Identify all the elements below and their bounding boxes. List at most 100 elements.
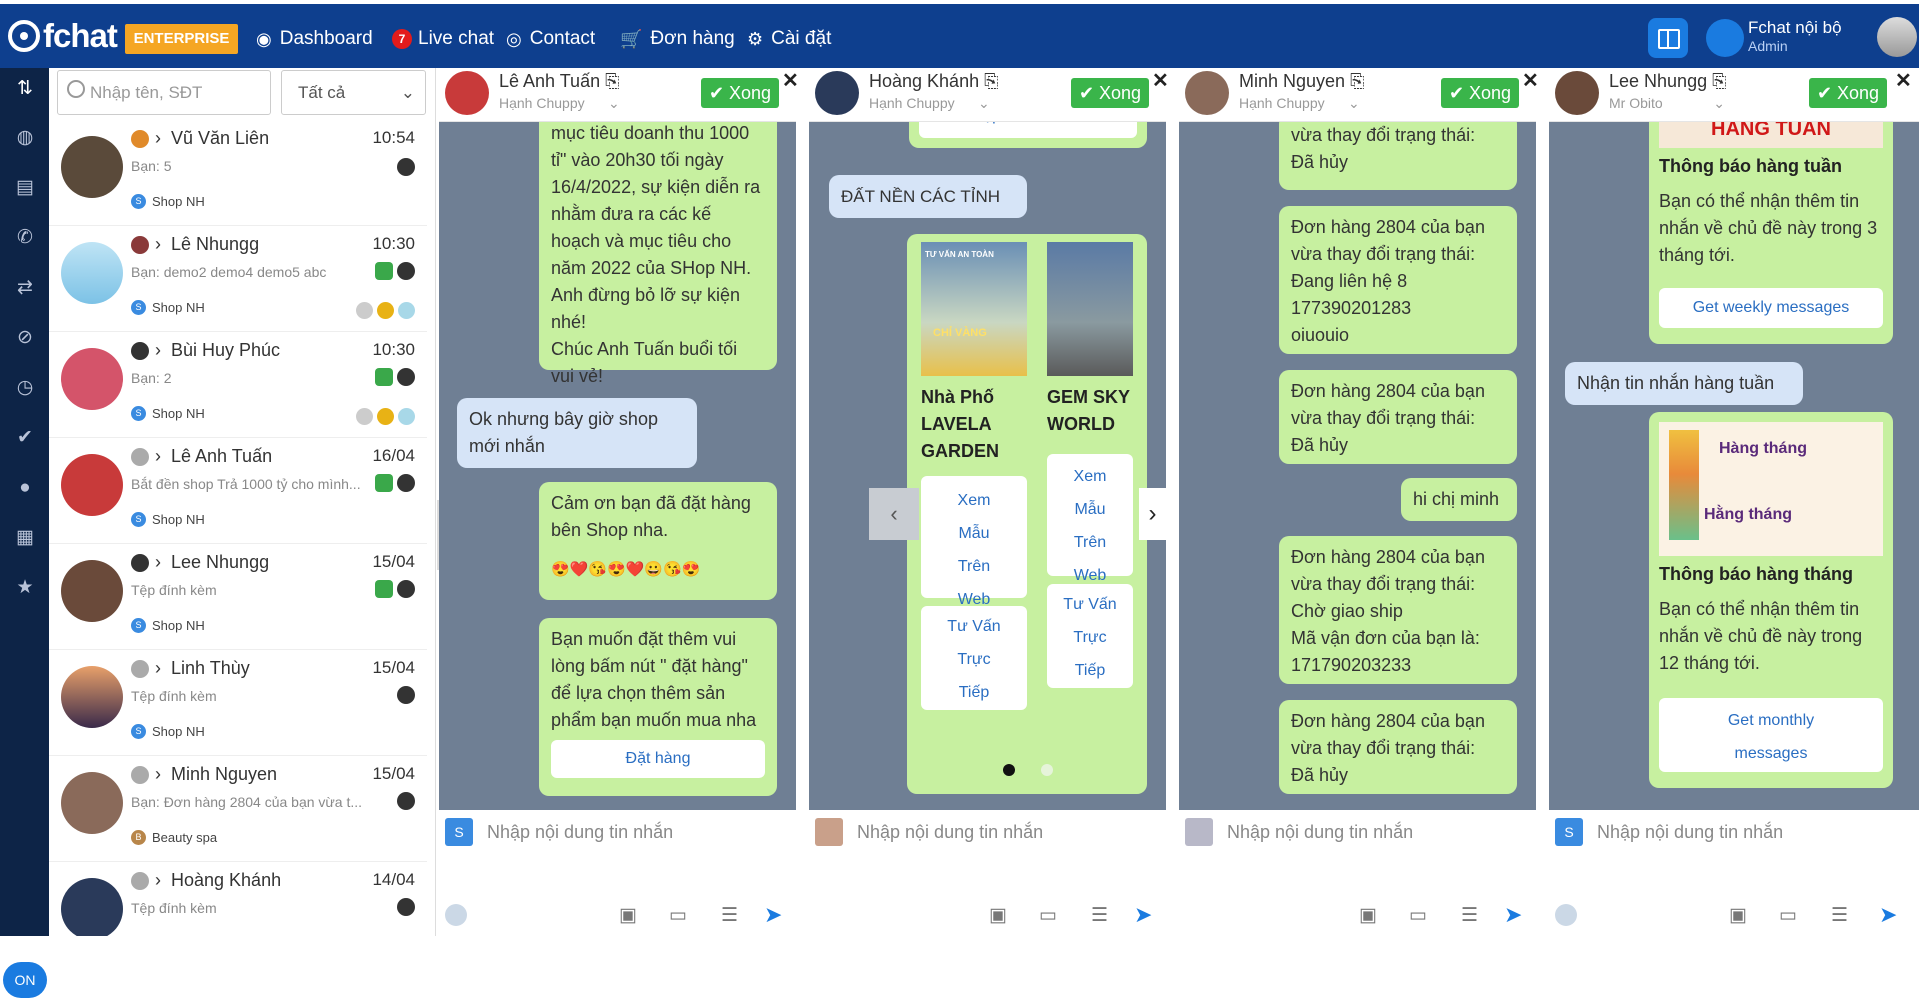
filter-select[interactable]: Tất cả ⌄ [281, 70, 426, 115]
image-icon[interactable]: ▣ [1359, 904, 1377, 927]
message-input[interactable]: Nhập nội dung tin nhắn [857, 822, 1043, 843]
conversation-item[interactable]: › Bùi Huy Phúc 10:30 Bạn: 2 S Shop NH [49, 332, 427, 438]
account-avatar[interactable] [1877, 17, 1917, 57]
close-icon[interactable]: ✕ [782, 68, 799, 93]
transfer-icon[interactable]: ⇄ [12, 275, 38, 301]
consult-button[interactable]: Tư Vấn Trực Tiếp [921, 606, 1027, 710]
image-icon[interactable]: ▣ [619, 904, 637, 927]
mini-avatar [131, 236, 149, 254]
messenger-icon[interactable]: ◍ [12, 125, 38, 151]
list-icon[interactable]: ☰ [1831, 904, 1848, 927]
composer-tools: ▣ ▭ ☰ ➤ [1549, 900, 1919, 928]
carousel-dot-active[interactable] [1003, 764, 1015, 776]
user-icon[interactable]: ● [12, 475, 38, 501]
message-preview: Bạn: demo2 demo4 demo5 abc [131, 264, 327, 280]
nav-dashboard[interactable]: ◉ Dashboard [256, 24, 373, 54]
phone-icon [375, 474, 393, 492]
weekly-messages-button[interactable]: Get weekly messages [1659, 288, 1883, 328]
sort-icon[interactable]: ⇅ [12, 76, 38, 102]
send-icon[interactable]: ➤ [1504, 902, 1522, 928]
consult-button[interactable]: Tư Vấn Trực Tiếp [1047, 584, 1133, 688]
chat-contact-name[interactable]: Lee Nhungg ⎘ [1609, 71, 1727, 92]
conversation-item[interactable]: › Lee Nhungg 15/04 Tệp đính kèm S Shop NH [49, 544, 427, 650]
carousel-next-button[interactable]: › [1139, 488, 1166, 540]
search-input[interactable]: Nhập tên, SĐT [57, 70, 271, 115]
image-icon[interactable]: ▣ [1729, 904, 1747, 927]
phone-icon[interactable]: ✆ [12, 225, 38, 251]
conversation-item[interactable]: › Hoàng Khánh 14/04 Tệp đính kèm [49, 862, 427, 936]
nav-settings[interactable]: ⚙ Cài đặt [747, 24, 831, 54]
assignee-select[interactable]: Hạnh Chuppy ⌄ [499, 95, 620, 112]
done-button[interactable]: ✔ Xong [1809, 78, 1887, 108]
star-icon[interactable]: ★ [12, 575, 38, 601]
assignee-select[interactable]: Hạnh Chuppy ⌄ [1239, 95, 1360, 112]
contact-name: › Minh Nguyen [155, 764, 278, 784]
conversation-item[interactable]: › Lê Anh Tuấn 16/04 Bắt đền shop Trả 100… [49, 438, 427, 544]
monthly-messages-button[interactable]: Get monthly messages [1659, 698, 1883, 772]
page-avatar [815, 818, 843, 846]
send-icon[interactable]: ➤ [1134, 902, 1152, 928]
list-icon[interactable]: ☰ [721, 904, 738, 927]
outgoing-message: Cảm ơn bạn đã đặt hàng bên Shop nha. 😍❤️😘… [539, 482, 777, 600]
assignee-select[interactable]: Mr Obito ⌄ [1609, 95, 1725, 112]
check-icon[interactable]: ✔ [12, 425, 38, 451]
layout-toggle-button[interactable] [1648, 18, 1688, 58]
nav-orders[interactable]: 🛒 Đơn hàng [620, 24, 735, 54]
assignee-select[interactable]: Hạnh Chuppy ⌄ [869, 95, 990, 112]
top-navbar: fchat ENTERPRISE ◉ Dashboard 7 Live chat ◎… [0, 0, 1919, 68]
conversation-item[interactable]: › Minh Nguyen 15/04 Bạn: Đơn hàng 2804 c… [49, 756, 427, 862]
view-web-button[interactable]: Xem Mẫu Trên Web [921, 476, 1027, 608]
clock-icon[interactable]: ◷ [12, 375, 38, 401]
avatar [61, 560, 123, 622]
avatar [1185, 71, 1229, 115]
message-input[interactable]: Nhập nội dung tin nhắn [487, 822, 673, 843]
comments-icon[interactable]: ▤ [12, 175, 38, 201]
conversation-item[interactable]: › Lê Nhungg 10:30 Bạn: demo2 demo4 demo5… [49, 226, 427, 332]
message-input[interactable]: Nhập nội dung tin nhắn [1227, 822, 1413, 843]
chat-contact-name[interactable]: Lê Anh Tuấn ⎘ [499, 71, 620, 92]
close-icon[interactable]: ✕ [1152, 68, 1169, 93]
conversation-time: 14/04 [372, 870, 415, 889]
nav-live-chat[interactable]: 7 Live chat [392, 24, 494, 54]
done-button[interactable]: ✔ Xong [1071, 78, 1149, 108]
close-icon[interactable]: ✕ [1522, 68, 1539, 93]
card-icon[interactable]: ▭ [1409, 904, 1427, 927]
done-button[interactable]: ✔ Xong [701, 78, 779, 108]
dashboard-icon: ◉ [256, 28, 272, 49]
message-input[interactable]: Nhập nội dung tin nhắn [1597, 822, 1783, 843]
carousel-dot[interactable] [1041, 764, 1053, 776]
channels [397, 898, 415, 916]
eye-slash-icon[interactable]: ⊘ [12, 325, 38, 351]
done-button[interactable]: ✔ Xong [1441, 78, 1519, 108]
cart-icon: 🛒 [620, 28, 643, 49]
enterprise-badge: ENTERPRISE [125, 24, 238, 54]
fchat-logo[interactable]: fchat [8, 17, 118, 55]
online-toggle[interactable]: ON [3, 962, 47, 998]
order-button[interactable]: Đặt hàng [551, 740, 765, 778]
mini-avatar [131, 554, 149, 572]
image-icon[interactable]: ▣ [989, 904, 1007, 927]
composer: S Nhập nội dung tin nhắn ▣ ▭ ☰ ➤ [1549, 810, 1919, 936]
conversation-item[interactable]: › Vũ Văn Liên 10:54 Bạn: 5 S Shop NH [49, 120, 427, 226]
view-web-button[interactable]: Xem Mẫu Trên Web [1047, 454, 1133, 584]
carousel-prev-button[interactable]: ‹ [869, 488, 919, 540]
mini-avatar [131, 660, 149, 678]
card-banner: HÀNG TUẦN [1659, 122, 1883, 148]
send-icon[interactable]: ➤ [764, 902, 782, 928]
calendar-icon[interactable]: ▦ [12, 525, 38, 551]
close-icon[interactable]: ✕ [1895, 68, 1912, 93]
list-icon[interactable]: ☰ [1091, 904, 1108, 927]
card-icon[interactable]: ▭ [669, 904, 687, 927]
store-icon[interactable] [1706, 19, 1744, 57]
conversation-item[interactable]: › Linh Thùy 15/04 Tệp đính kèm S Shop NH [49, 650, 427, 756]
mini-avatar [131, 448, 149, 466]
list-icon[interactable]: ☰ [1461, 904, 1478, 927]
message-preview: Bắt đền shop Trả 1000 tỷ cho mình... [131, 476, 361, 492]
card-icon[interactable]: ▭ [1779, 904, 1797, 927]
paperclip-icon: ⎘ [984, 71, 999, 91]
chat-contact-name[interactable]: Hoàng Khánh ⎘ [869, 71, 999, 92]
send-icon[interactable]: ➤ [1879, 902, 1897, 928]
chat-contact-name[interactable]: Minh Nguyen ⎘ [1239, 71, 1364, 92]
card-icon[interactable]: ▭ [1039, 904, 1057, 927]
nav-contact[interactable]: ◎ Contact [506, 24, 595, 54]
